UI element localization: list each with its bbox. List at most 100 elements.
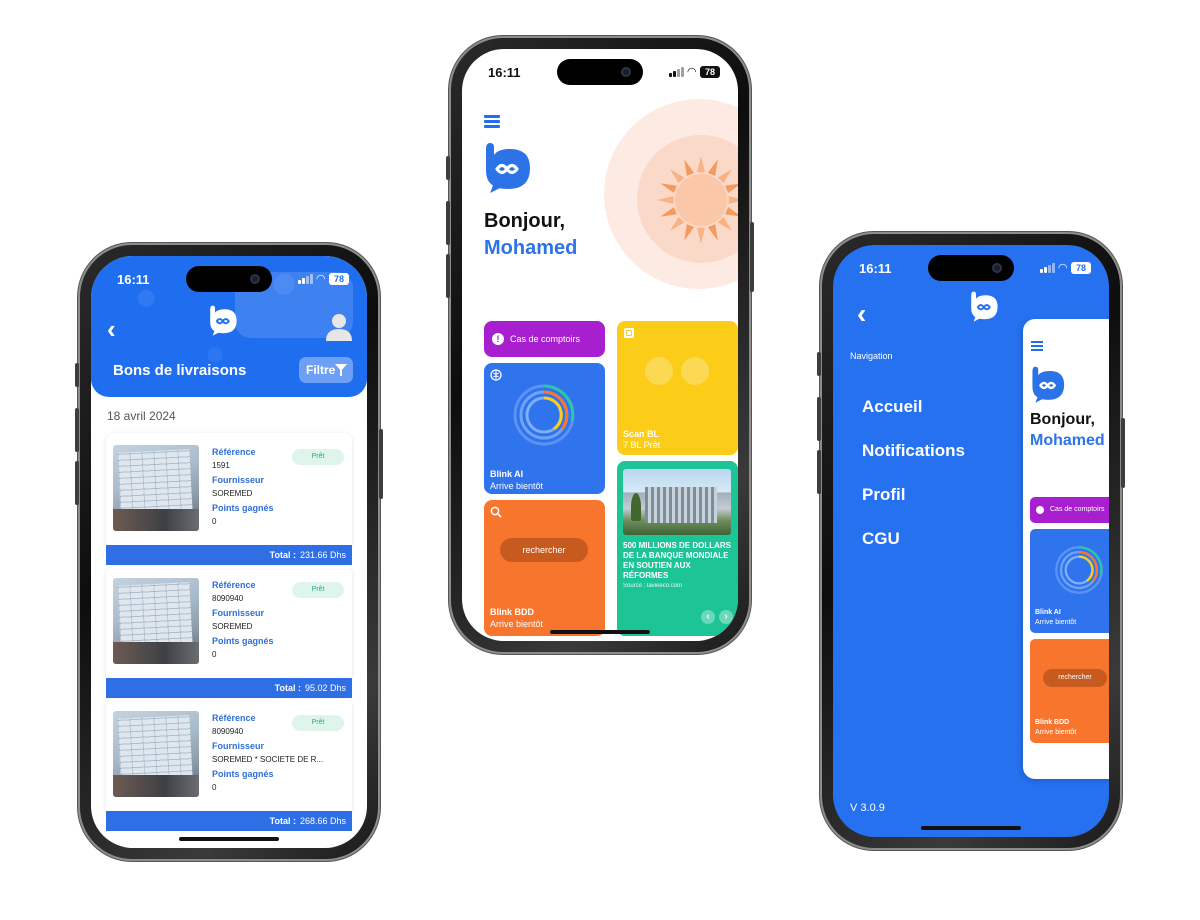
tile-cas-de-comptoirs[interactable]: Cas de comptoirs [484, 321, 605, 357]
menu-item-profil[interactable]: Profil [862, 485, 905, 505]
news-next-button[interactable]: › [719, 610, 733, 624]
total-value: 95.02 Dhs [304, 683, 346, 693]
total-value: 268.66 Dhs [299, 816, 346, 826]
reference-label: Référence [212, 713, 256, 723]
news-photo [623, 469, 731, 535]
sun-ray [697, 227, 705, 244]
tile-blink-bdd: rechercher Blink BDD Arrive bientôt [1030, 639, 1109, 743]
sun-ray [660, 183, 677, 193]
alert-icon [492, 321, 504, 357]
supplier-value: SOREMED [212, 489, 253, 498]
blink-logo [970, 290, 1000, 322]
tile-title: Blink AI [1035, 609, 1061, 616]
filter-label: Filtre [306, 363, 336, 377]
ai-rings-icon [1055, 546, 1103, 594]
wifi-icon: ◠ [1058, 262, 1067, 274]
profile-avatar-icon[interactable] [325, 312, 353, 342]
wifi-icon: ◠ [687, 66, 696, 78]
sun-ray [725, 183, 738, 193]
user-name: Mohamed [484, 237, 578, 259]
delivery-photo [113, 711, 199, 797]
menu-item-notifications[interactable]: Notifications [862, 441, 965, 461]
tile-subtitle: Arrive bientôt [490, 619, 544, 629]
sun-ray [728, 196, 738, 204]
total-bar: Total :231.66 Dhs [106, 545, 352, 565]
page-title: Bons de livraisons [113, 362, 247, 379]
delivery-card[interactable]: Référence 1591 Fournisseur SOREMED Point… [106, 433, 352, 565]
menu-item-cgu[interactable]: CGU [862, 529, 900, 549]
navigation-label: Navigation [850, 351, 893, 361]
sun-icon [657, 156, 738, 244]
sun-ray [657, 196, 674, 204]
points-label: Points gagnés [212, 769, 274, 779]
tile-title: Scan BL [623, 429, 660, 439]
supplier-label: Fournisseur [212, 475, 265, 485]
blink-logo [1031, 365, 1067, 403]
scan-document-icon[interactable] [645, 357, 673, 385]
points-value: 0 [212, 650, 217, 659]
status-time: 16:11 [117, 272, 150, 287]
user-name: Mohamed [1030, 432, 1105, 449]
back-button[interactable]: ‹ [107, 316, 127, 342]
points-label: Points gagnés [212, 503, 274, 513]
menu-item-accueil[interactable]: Accueil [862, 397, 922, 417]
home-indicator[interactable] [179, 837, 279, 841]
reference-label: Référence [212, 447, 256, 457]
total-bar: Total :95.02 Dhs [106, 678, 352, 698]
battery-icon: 78 [329, 272, 349, 285]
total-bar: Total :268.66 Dhs [106, 811, 352, 831]
tile-title: Blink BDD [1035, 719, 1070, 726]
greeting: Bonjour, [484, 210, 566, 232]
dynamic-island [557, 59, 643, 85]
battery-icon: 78 [700, 65, 720, 78]
news-prev-button[interactable]: ‹ [701, 610, 715, 624]
filter-button[interactable]: Filtre [299, 357, 353, 383]
screen: 16:11 ◠ 78 Bonjour, Mohamed Cas de compt… [462, 49, 738, 641]
status-time: 16:11 [488, 65, 521, 80]
phone-deliveries: 16:11 ◠ 78 ‹ Bons de livraisons Filtre 1… [75, 243, 383, 861]
hamburger-menu-icon[interactable] [484, 115, 500, 129]
status-time: 16:11 [859, 261, 892, 276]
app-version: V 3.0.9 [850, 802, 885, 814]
status-badge: Prêt [292, 582, 344, 598]
signal-icon [297, 273, 313, 284]
supplier-label: Fournisseur [212, 608, 265, 618]
tile-subtitle: Arrive bientôt [1035, 729, 1077, 736]
delivery-card[interactable]: Référence 8090940 Fournisseur SOREMED Po… [106, 566, 352, 698]
supplier-value: SOREMED [212, 622, 253, 631]
home-indicator[interactable] [550, 630, 650, 634]
tile-subtitle: Arrive bientôt [1035, 619, 1077, 626]
list-icon[interactable] [681, 357, 709, 385]
delivery-card[interactable]: Référence 8090940 Fournisseur SOREMED * … [106, 699, 352, 831]
tile-subtitle: Arrive bientôt [490, 481, 544, 491]
points-value: 0 [212, 517, 217, 526]
tile-news[interactable]: 500 MILLIONS DE DOLLARS DE LA BANQUE MON… [617, 461, 738, 636]
delivery-photo [113, 445, 199, 531]
tile-blink-bdd[interactable]: rechercher Blink BDD Arrive bientôt [484, 500, 605, 636]
sun-ray [725, 207, 738, 217]
total-value: 231.66 Dhs [299, 550, 346, 560]
home-preview-panel[interactable]: Bonjour, Mohamed Cas de comptoirs Blink … [1023, 319, 1109, 779]
tile-scan-bl[interactable]: Scan BL 7 BL Prêt [617, 321, 738, 455]
tile-blink-ai[interactable]: Blink AI Arrive bientôt [484, 363, 605, 494]
sun-ray [717, 168, 733, 184]
phone-home: 16:11 ◠ 78 Bonjour, Mohamed Cas de compt… [446, 36, 754, 654]
brain-icon [490, 369, 502, 381]
sun-ray [697, 156, 705, 173]
back-button[interactable]: ‹ [857, 300, 866, 328]
tile-cas-de-comptoirs: Cas de comptoirs [1030, 497, 1109, 523]
dynamic-island [186, 266, 272, 292]
reference-value: 8090940 [212, 594, 244, 603]
sun-ray [717, 216, 733, 232]
news-source: Source : lavieeco.com [623, 583, 683, 589]
home-indicator[interactable] [921, 826, 1021, 830]
sun-ray [660, 207, 677, 217]
hamburger-menu-icon [1031, 341, 1043, 351]
ai-rings-icon [513, 384, 575, 446]
sun-ray [684, 224, 694, 241]
rechercher-button[interactable]: rechercher [500, 538, 588, 562]
date-header: 18 avril 2024 [107, 409, 176, 423]
screen: 16:11 ◠ 78 ‹ Navigation Accueil Notifica… [833, 245, 1109, 837]
tile-title: Blink AI [490, 469, 524, 479]
search-icon [490, 506, 502, 518]
